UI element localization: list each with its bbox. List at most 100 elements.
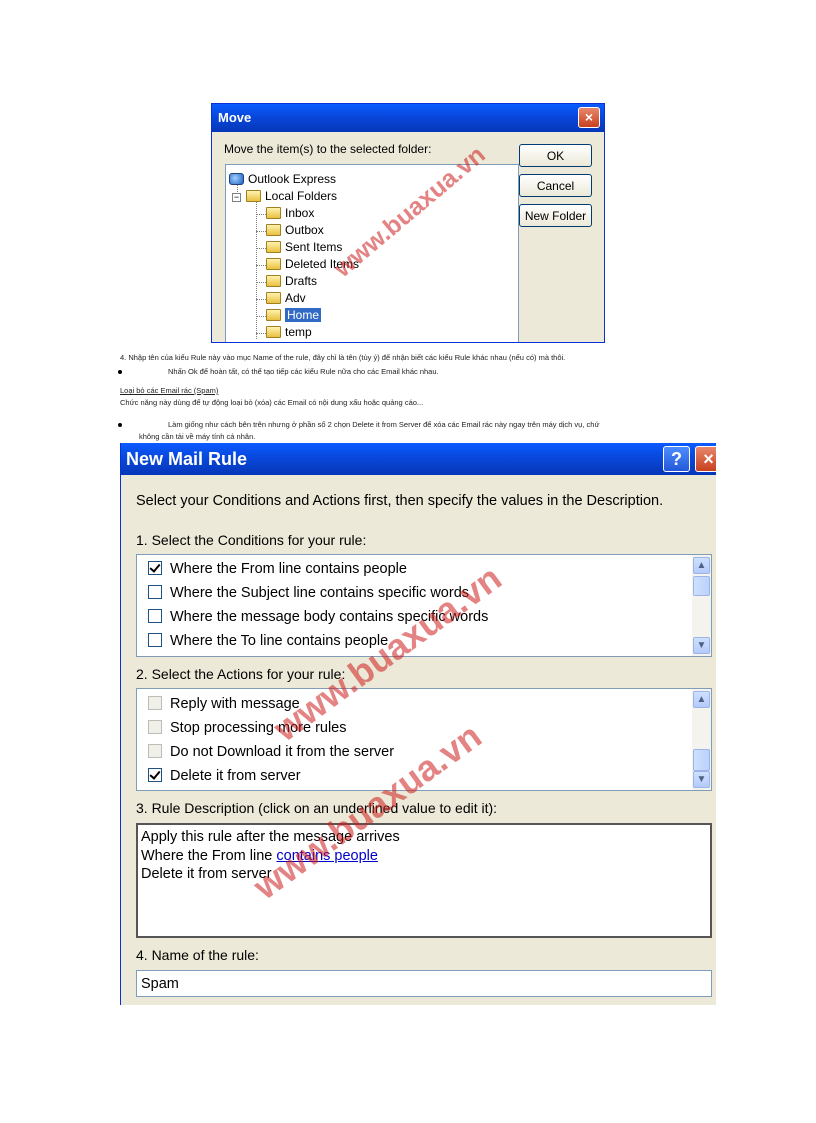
action-label: Delete it from server <box>170 768 301 784</box>
tree-item-sent-items[interactable]: Sent Items <box>266 239 342 256</box>
bullet <box>118 423 122 427</box>
description-line-3: Delete it from server <box>141 866 272 882</box>
tree-item-temp[interactable]: temp <box>266 324 312 341</box>
rule-name-input[interactable] <box>136 970 712 997</box>
tree-item-drafts[interactable]: Drafts <box>266 273 317 290</box>
new-folder-button[interactable]: New Folder <box>519 204 592 227</box>
tree-line <box>256 265 266 266</box>
scroll-down-icon[interactable]: ▼ <box>693 637 710 654</box>
scroll-up-icon[interactable]: ▲ <box>693 691 710 708</box>
action-label: Reply with message <box>170 696 300 712</box>
sent-items-icon <box>266 241 281 253</box>
rule-dialog-titlebar: New Mail Rule <box>121 443 716 475</box>
scroll-down-icon[interactable]: ▼ <box>693 771 710 788</box>
tree-line <box>256 282 266 283</box>
condition-label: Where the message body contains specific… <box>170 609 489 625</box>
description-label: 3. Rule Description (click on an underli… <box>136 800 498 816</box>
checkbox-checked[interactable] <box>148 561 162 575</box>
tree-item-label: Sent Items <box>285 240 343 254</box>
scroll-thumb[interactable] <box>693 576 710 596</box>
condition-to-contains-people[interactable]: Where the To line contains people <box>148 630 388 652</box>
tree-item-deleted-items[interactable]: Deleted Items <box>266 256 359 273</box>
folder-tree[interactable]: − Outlook Express Local Folders Inbox Ou… <box>225 164 519 342</box>
step-4-text: 4. Nhập tên của kiểu Rule này vào mục Na… <box>120 353 566 362</box>
checkbox[interactable] <box>148 696 162 710</box>
tree-line <box>256 231 266 232</box>
tree-item-label: Deleted Items <box>285 257 360 271</box>
tree-item-label: Outlook Express <box>248 172 337 186</box>
instructions-text: Select your Conditions and Actions first… <box>136 493 664 509</box>
tree-item-inbox[interactable]: Inbox <box>266 205 314 222</box>
checkbox[interactable] <box>148 720 162 734</box>
move-dialog-title: Move <box>218 110 252 125</box>
section-intro: Chức năng này dùng để tự động loại bỏ (x… <box>120 398 424 407</box>
conditions-list[interactable]: Where the From line contains people Wher… <box>136 554 712 657</box>
new-mail-rule-dialog: New Mail Rule ? × Select your Conditions… <box>120 443 716 1005</box>
tree-item-local-folders[interactable]: Local Folders <box>246 188 337 205</box>
scroll-up-icon[interactable]: ▲ <box>693 557 710 574</box>
move-dialog-titlebar: Move <box>212 104 604 132</box>
condition-subject-contains-words[interactable]: Where the Subject line contains specific… <box>148 582 469 604</box>
collapse-toggle[interactable]: − <box>232 193 241 202</box>
tree-line <box>256 299 266 300</box>
tree-item-outbox[interactable]: Outbox <box>266 222 324 239</box>
tree-item-outlook-express[interactable]: Outlook Express <box>229 171 336 188</box>
tree-line <box>256 214 266 215</box>
description-line-1: Apply this rule after the message arrive… <box>141 829 400 845</box>
bullet-2-line-2: không cần tải về máy tính cá nhân. <box>139 432 256 441</box>
checkbox-checked[interactable] <box>148 768 162 782</box>
action-label: Stop processing more rules <box>170 720 347 736</box>
move-prompt: Move the item(s) to the selected folder: <box>224 142 432 156</box>
description-line-2-text: Where the From line <box>141 847 277 864</box>
actions-list[interactable]: Reply with message Stop processing more … <box>136 688 712 791</box>
ok-button[interactable]: OK <box>519 144 592 167</box>
section-heading: Loại bỏ các Email rác (Spam) <box>120 386 219 395</box>
condition-label: Where the From line contains people <box>170 561 407 577</box>
tree-item-label: Drafts <box>285 274 318 288</box>
tree-item-label: Adv <box>285 291 306 305</box>
bullet-1-text: Nhấn Ok để hoàn tất, có thể tạo tiếp các… <box>168 367 439 376</box>
move-close-button[interactable]: × <box>578 107 600 128</box>
description-line-2: Where the From line contains people <box>141 847 707 866</box>
bullet <box>118 370 122 374</box>
checkbox[interactable] <box>148 633 162 647</box>
folder-icon <box>266 326 281 338</box>
condition-from-contains-people[interactable]: Where the From line contains people <box>148 558 407 580</box>
tree-line <box>256 199 257 339</box>
checkbox[interactable] <box>148 609 162 623</box>
rule-dialog-title: New Mail Rule <box>126 449 248 469</box>
deleted-items-icon <box>266 258 281 270</box>
tree-item-label-selected: Home <box>285 308 322 322</box>
tree-line <box>256 316 266 317</box>
tree-item-home[interactable]: Home <box>266 307 322 324</box>
outlook-express-icon <box>229 173 244 185</box>
condition-body-contains-words[interactable]: Where the message body contains specific… <box>148 606 488 628</box>
tree-item-label: Local Folders <box>265 189 338 203</box>
action-delete-from-server[interactable]: Delete it from server <box>148 765 301 787</box>
outbox-icon <box>266 224 281 236</box>
help-button[interactable]: ? <box>663 446 690 472</box>
contains-people-link[interactable]: contains people <box>276 848 378 864</box>
tree-item-label: Outbox <box>285 223 324 237</box>
bullet-2-line-1: Làm giống như cách bên trên nhưng ở phần… <box>168 420 600 429</box>
checkbox[interactable] <box>148 585 162 599</box>
cancel-button[interactable]: Cancel <box>519 174 592 197</box>
action-do-not-download[interactable]: Do not Download it from the server <box>148 741 394 763</box>
inbox-icon <box>266 207 281 219</box>
conditions-scrollbar[interactable]: ▲ ▼ <box>692 555 711 656</box>
action-reply-with-message[interactable]: Reply with message <box>148 693 300 715</box>
tree-item-adv[interactable]: Adv <box>266 290 306 307</box>
actions-scrollbar[interactable]: ▲ ▼ <box>692 689 711 790</box>
folder-icon <box>266 292 281 304</box>
action-stop-processing[interactable]: Stop processing more rules <box>148 717 347 739</box>
rule-description-box: Apply this rule after the message arrive… <box>136 823 712 938</box>
name-label: 4. Name of the rule: <box>136 947 259 963</box>
rule-close-button[interactable]: × <box>695 446 716 472</box>
tree-item-label: Inbox <box>285 206 315 220</box>
checkbox[interactable] <box>148 744 162 758</box>
scroll-thumb[interactable] <box>693 749 710 771</box>
drafts-icon <box>266 275 281 287</box>
tree-line <box>256 333 266 334</box>
action-label: Do not Download it from the server <box>170 744 395 760</box>
tree-line <box>256 248 266 249</box>
